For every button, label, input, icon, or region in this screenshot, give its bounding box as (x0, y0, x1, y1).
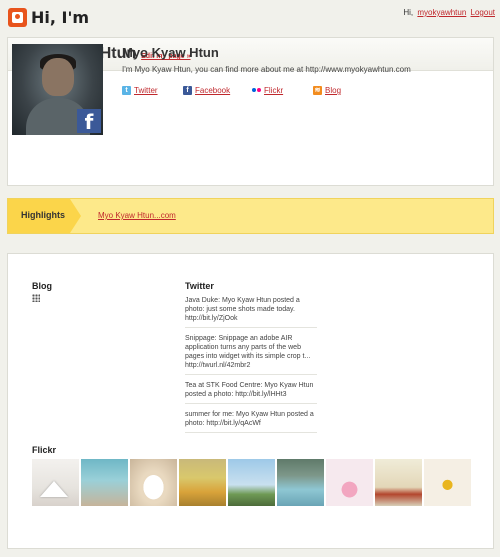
twitter-link[interactable]: Twitter (134, 86, 158, 95)
user-links: Hi, myokyawhtun Logout (403, 8, 495, 17)
tweet-list: Java Duke: Myo Kyaw Htun posted a photo:… (185, 296, 317, 439)
logo-icon (8, 8, 27, 27)
tweet-item: Tea at STK Food Centre: Myo Kyaw Htun po… (185, 381, 317, 404)
flickr-link[interactable]: Flickr (264, 86, 283, 95)
profile-title: Myo Kyaw Htun (122, 45, 219, 60)
greeting-text: Hi, (403, 8, 414, 17)
social-facebook[interactable]: f Facebook (183, 86, 230, 95)
top-bar: Hi, I'm Hi, myokyawhtun Logout (0, 0, 500, 34)
flickr-photo[interactable] (228, 459, 275, 506)
flickr-photo[interactable] (424, 459, 471, 506)
twitter-section-title: Twitter (185, 281, 214, 291)
highlights-link[interactable]: Myo Kyaw Htun...com (98, 211, 176, 220)
social-flickr[interactable]: Flickr (252, 86, 283, 95)
facebook-icon: f (183, 86, 192, 95)
flickr-photo[interactable] (130, 459, 177, 506)
highlights-bar: Highlights Myo Kyaw Htun...com (7, 198, 494, 234)
highlights-label: Highlights (21, 210, 65, 220)
flickr-photo[interactable] (326, 459, 373, 506)
blog-link[interactable]: Blog (325, 86, 341, 95)
facebook-link[interactable]: Facebook (195, 86, 230, 95)
flickr-photo[interactable] (81, 459, 128, 506)
tweet-item: Snippage: Snippage an adobe AIR applicat… (185, 334, 317, 375)
flickr-photo[interactable] (179, 459, 226, 506)
flickr-photo[interactable] (277, 459, 324, 506)
flickr-icon (252, 86, 261, 95)
profile-description: I'm Myo Kyaw Htun, you can find more abo… (122, 65, 411, 74)
tweet-item: summer for me: Myo Kyaw Htun posted a ph… (185, 410, 317, 433)
social-blog[interactable]: ≋ Blog (313, 86, 341, 95)
flickr-section-title: Flickr (32, 445, 57, 455)
tweet-item: Java Duke: Myo Kyaw Htun posted a photo:… (185, 296, 317, 328)
logo-text: Hi, I'm (31, 8, 90, 27)
logo[interactable]: Hi, I'm (8, 8, 89, 27)
social-twitter[interactable]: t Twitter (122, 86, 158, 95)
flickr-photo[interactable] (32, 459, 79, 506)
content-panel: Blog Twitter Java Duke: Myo Kyaw Htun po… (7, 253, 494, 549)
flickr-photo-row (32, 459, 471, 506)
rss-icon: ≋ (313, 86, 322, 95)
blog-grid-icon (32, 294, 40, 302)
logout-link[interactable]: Logout (471, 8, 495, 17)
avatar: f (12, 44, 103, 135)
facebook-badge-icon: f (77, 109, 101, 134)
username-link[interactable]: myokyawhtun (417, 8, 466, 17)
flickr-photo[interactable] (375, 459, 422, 506)
blog-section-title: Blog (32, 281, 52, 291)
twitter-icon: t (122, 86, 131, 95)
